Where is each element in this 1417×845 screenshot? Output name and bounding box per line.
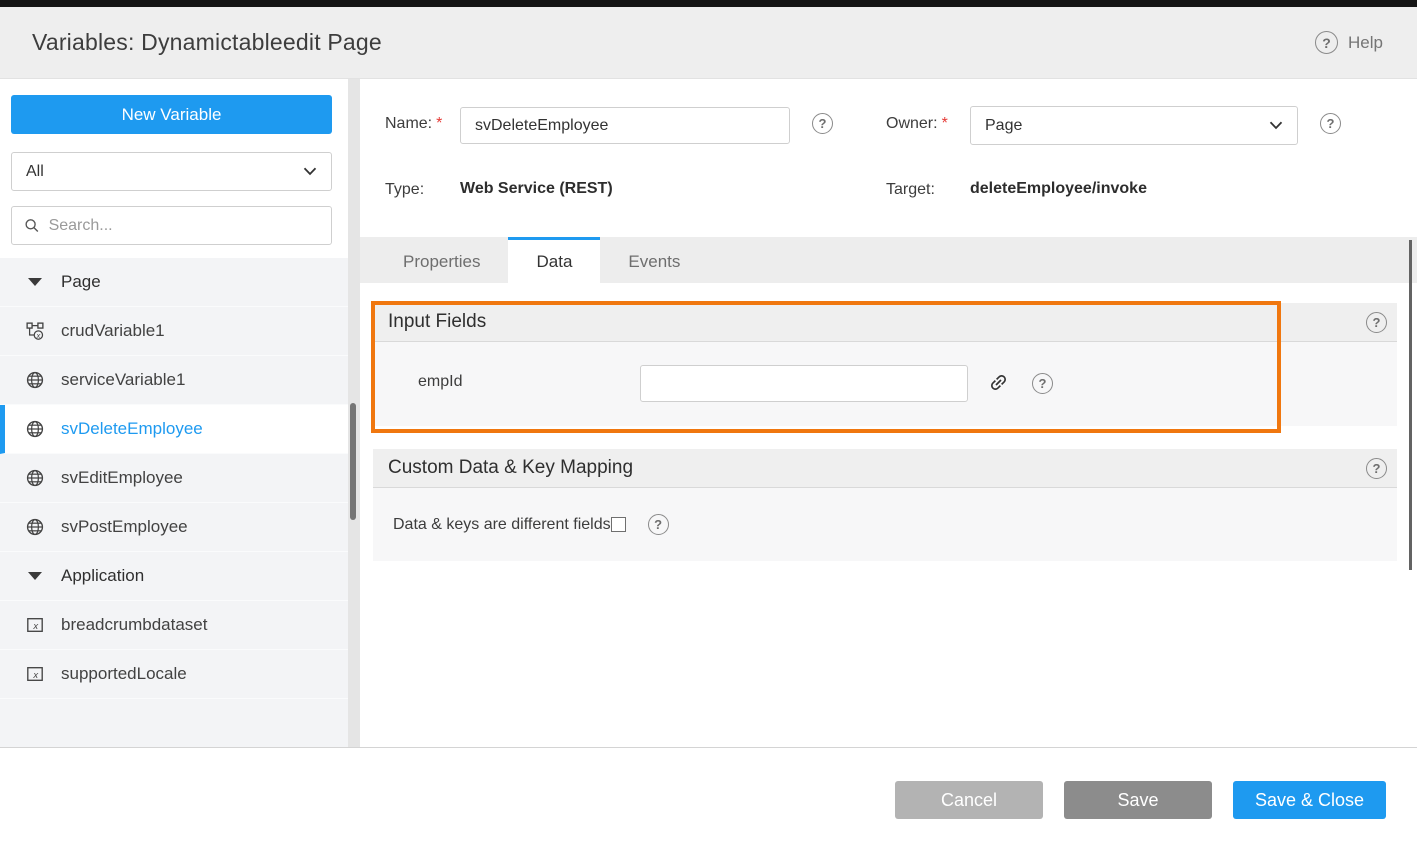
variable-detail-pane: Name:* ? Owner:* Page ? Type: Web Servic… bbox=[360, 79, 1417, 747]
sidebar-item-breadcrumbdataset[interactable]: x breadcrumbdataset bbox=[0, 601, 348, 650]
type-value: Web Service (REST) bbox=[460, 180, 613, 198]
sidebar-item-sveditemployee[interactable]: svEditEmployee bbox=[0, 454, 348, 503]
sidebar-group-application[interactable]: Application bbox=[0, 552, 348, 601]
empid-help-icon[interactable]: ? bbox=[1032, 373, 1053, 394]
section-title: Custom Data & Key Mapping bbox=[388, 457, 633, 479]
variables-sidebar: New Variable All Page bbox=[0, 79, 360, 747]
cancel-button[interactable]: Cancel bbox=[895, 781, 1043, 819]
required-asterisk: * bbox=[436, 115, 442, 132]
owner-label: Owner:* bbox=[886, 115, 948, 133]
variable-filter-select[interactable]: All bbox=[11, 152, 332, 191]
tab-bar: Properties Data Events bbox=[360, 237, 1417, 283]
required-asterisk: * bbox=[942, 115, 948, 132]
tab-properties[interactable]: Properties bbox=[375, 237, 508, 283]
search-input[interactable] bbox=[49, 217, 319, 235]
empid-input[interactable] bbox=[640, 365, 968, 402]
type-label: Type: bbox=[385, 181, 424, 199]
web-service-icon bbox=[25, 371, 45, 389]
dialog-footer: Cancel Save Save & Close bbox=[0, 747, 1417, 845]
input-fields-body: empId ? bbox=[373, 342, 1397, 426]
variable-search[interactable] bbox=[11, 206, 332, 245]
different-fields-help-icon[interactable]: ? bbox=[648, 514, 669, 535]
sidebar-item-svpostemployee[interactable]: svPostEmployee bbox=[0, 503, 348, 552]
owner-select[interactable]: Page bbox=[970, 106, 1298, 145]
crud-variable-icon: x bbox=[25, 322, 45, 340]
variable-label: breadcrumbdataset bbox=[61, 615, 207, 635]
custom-mapping-help-icon[interactable]: ? bbox=[1366, 458, 1387, 479]
input-fields-header: Input Fields ? bbox=[373, 303, 1397, 342]
filter-selected-value: All bbox=[26, 163, 44, 181]
owner-selected-value: Page bbox=[985, 117, 1022, 135]
model-variable-icon: x bbox=[25, 665, 45, 683]
sidebar-group-page[interactable]: Page bbox=[0, 258, 348, 307]
search-icon bbox=[24, 217, 40, 234]
name-label: Name:* bbox=[385, 115, 442, 133]
background-app-toolbar bbox=[0, 0, 1417, 7]
save-and-close-button[interactable]: Save & Close bbox=[1233, 781, 1386, 819]
variable-label: svDeleteEmployee bbox=[61, 419, 203, 439]
variable-label: crudVariable1 bbox=[61, 321, 165, 341]
web-service-icon bbox=[25, 420, 45, 438]
field-label-empid: empId bbox=[418, 373, 462, 391]
sidebar-scrollbar-track[interactable] bbox=[348, 79, 360, 747]
target-value: deleteEmployee/invoke bbox=[970, 180, 1147, 198]
bind-link-icon[interactable] bbox=[988, 372, 1009, 393]
variable-label: svPostEmployee bbox=[61, 517, 188, 537]
target-label: Target: bbox=[886, 181, 935, 199]
sidebar-item-svdeleteemployee[interactable]: svDeleteEmployee bbox=[0, 405, 348, 454]
svg-text:x: x bbox=[32, 670, 38, 681]
new-variable-button[interactable]: New Variable bbox=[11, 95, 332, 134]
different-fields-label: Data & keys are different fields bbox=[393, 516, 611, 534]
variable-label: svEditEmployee bbox=[61, 468, 183, 488]
collapse-triangle-icon bbox=[25, 572, 45, 580]
input-fields-section: Input Fields ? empId ? bbox=[373, 303, 1397, 426]
group-label: Page bbox=[61, 272, 101, 292]
different-fields-checkbox[interactable] bbox=[611, 517, 626, 532]
sidebar-item-servicevariable1[interactable]: serviceVariable1 bbox=[0, 356, 348, 405]
owner-help-icon[interactable]: ? bbox=[1320, 113, 1341, 134]
help-button[interactable]: ? Help bbox=[1315, 31, 1383, 54]
variable-label: supportedLocale bbox=[61, 664, 187, 684]
section-title: Input Fields bbox=[388, 311, 486, 333]
name-help-icon[interactable]: ? bbox=[812, 113, 833, 134]
svg-text:x: x bbox=[36, 331, 41, 340]
collapse-triangle-icon bbox=[25, 278, 45, 286]
sidebar-item-crudvariable1[interactable]: x crudVariable1 bbox=[0, 307, 348, 356]
content-scrollbar-thumb[interactable] bbox=[1409, 240, 1412, 570]
model-variable-icon: x bbox=[25, 616, 45, 634]
variable-list: Page x crudVariable1 bbox=[0, 258, 348, 747]
name-input[interactable] bbox=[460, 107, 790, 144]
sidebar-item-supportedlocale[interactable]: x supportedLocale bbox=[0, 650, 348, 699]
chevron-down-icon bbox=[303, 167, 317, 176]
dialog-header: Variables: Dynamictableedit Page ? Help bbox=[0, 7, 1417, 79]
sidebar-scrollbar-thumb[interactable] bbox=[350, 403, 356, 520]
page-title: Variables: Dynamictableedit Page bbox=[32, 29, 382, 56]
svg-text:x: x bbox=[32, 621, 38, 632]
web-service-icon bbox=[25, 469, 45, 487]
tab-data[interactable]: Data bbox=[508, 237, 600, 283]
tab-events[interactable]: Events bbox=[600, 237, 708, 283]
variable-label: serviceVariable1 bbox=[61, 370, 185, 390]
chevron-down-icon bbox=[1269, 121, 1283, 130]
web-service-icon bbox=[25, 518, 45, 536]
help-icon: ? bbox=[1315, 31, 1338, 54]
custom-mapping-body: Data & keys are different fields ? bbox=[373, 488, 1397, 561]
custom-mapping-section: Custom Data & Key Mapping ? Data & keys … bbox=[373, 449, 1397, 561]
input-fields-help-icon[interactable]: ? bbox=[1366, 312, 1387, 333]
help-label: Help bbox=[1348, 33, 1383, 53]
custom-mapping-header: Custom Data & Key Mapping ? bbox=[373, 449, 1397, 488]
save-button[interactable]: Save bbox=[1064, 781, 1212, 819]
group-label: Application bbox=[61, 566, 144, 586]
